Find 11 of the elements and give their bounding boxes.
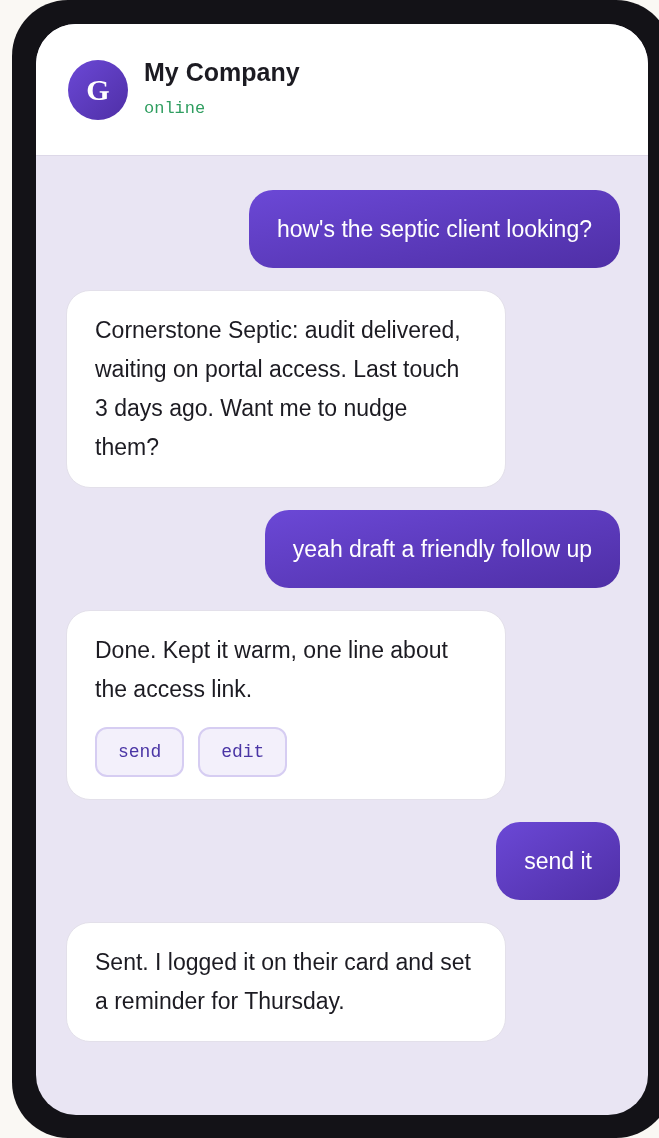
avatar: G (68, 59, 128, 120)
reply-text: Done. Kept it warm, one line about the access link. (95, 636, 449, 704)
sent-message: yeah draft a friendly follow up (264, 510, 620, 588)
action-button[interactable]: edit (198, 727, 288, 777)
reply-text: Cornerstone Septic: audit delivered, waiting on portal access. Last touch 3 days ago. Want me to nudge them? (95, 316, 462, 462)
reply-text: Sent. I logged it on their card and set a reminder for Thursday. (95, 948, 472, 1016)
sent-message: how's the septic client looking? (248, 190, 620, 268)
status-label: online (144, 98, 207, 121)
action-button[interactable]: send (95, 727, 185, 777)
chat-title: My Company (144, 57, 300, 89)
sent-message: send it (496, 822, 620, 900)
